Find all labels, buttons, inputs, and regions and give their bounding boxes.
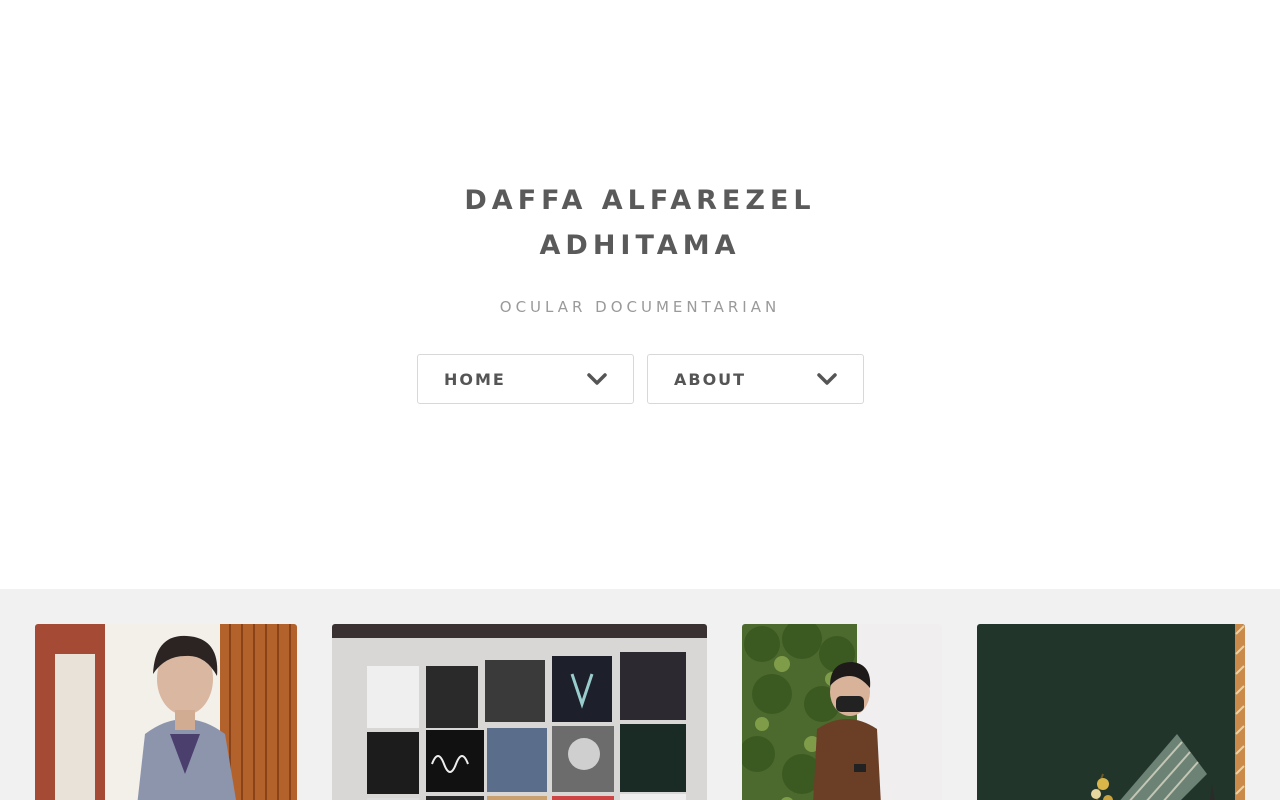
chevron-down-icon: [587, 372, 607, 386]
chevron-down-icon: [817, 372, 837, 386]
album-covers-wall-photo[interactable]: [332, 624, 707, 800]
photo-gallery: [0, 589, 1280, 800]
site-tagline: OCULAR DOCUMENTARIAN: [499, 298, 781, 316]
site-title[interactable]: DAFFA ALFAREZEL ADHITAMA: [0, 178, 1280, 268]
portrait-suit-photo[interactable]: [35, 624, 297, 800]
menu-home-label: HOME: [444, 369, 506, 389]
man-with-phone-photo[interactable]: [742, 624, 942, 800]
menu-about-button[interactable]: ABOUT: [647, 354, 864, 404]
main-menu: HOME ABOUT: [417, 354, 864, 404]
menu-about-label: ABOUT: [674, 369, 747, 389]
site-header: DAFFA ALFAREZEL ADHITAMA OCULAR DOCUMENT…: [0, 0, 1280, 589]
site-title-line-1: DAFFA ALFAREZEL: [464, 185, 816, 216]
plant-dark-wall-photo[interactable]: [977, 624, 1245, 800]
site-title-line-2: ADHITAMA: [539, 230, 741, 261]
menu-home-button[interactable]: HOME: [417, 354, 634, 404]
